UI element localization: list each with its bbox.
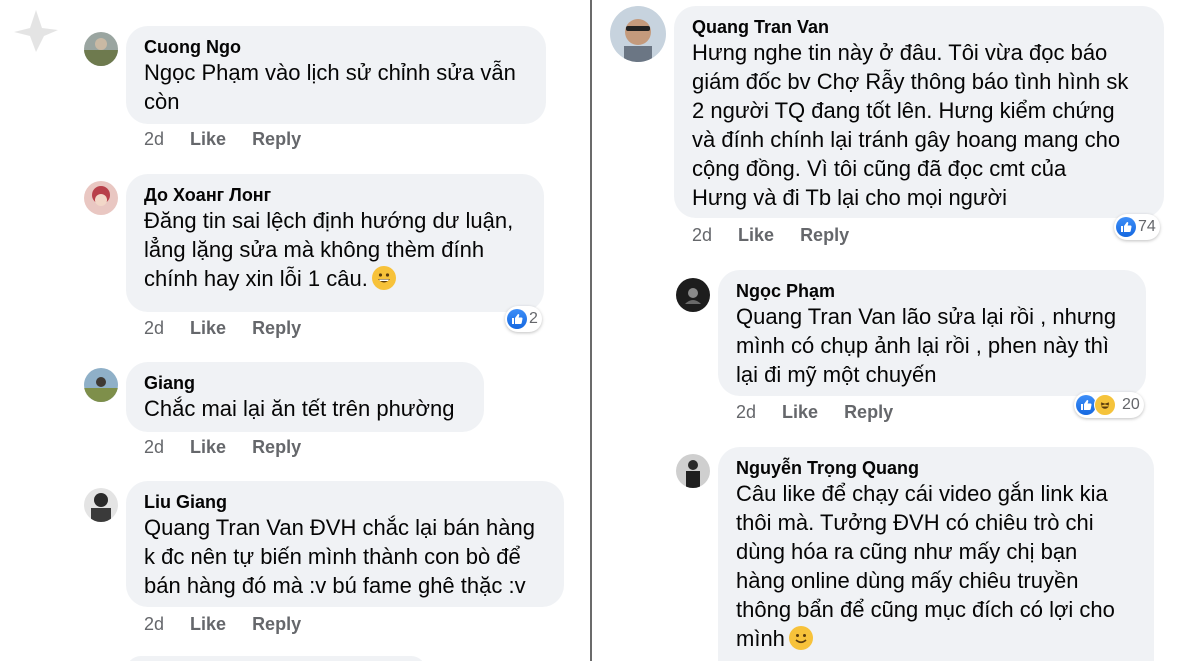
reaction-count[interactable]: 20 — [1074, 392, 1144, 418]
like-link[interactable]: Like — [190, 129, 226, 150]
reaction-number: 20 — [1122, 396, 1140, 413]
comment-author[interactable]: Liu Giang — [144, 491, 546, 513]
like-link[interactable]: Like — [190, 318, 226, 339]
comment-text-wrap: Câu like để chạy cái video gắn link kia … — [736, 479, 1136, 653]
left-comment-panel: Cuong Ngo Ngọc Phạm vào lịch sử chỉnh sử… — [0, 0, 590, 661]
comment-actions: 2d Like Reply — [144, 129, 301, 150]
comment-text: Đăng tin sai lệch định hướng dư luận, lẳ… — [144, 208, 514, 291]
comment-actions: 2d Like Reply — [144, 318, 301, 339]
comment-time[interactable]: 2d — [144, 318, 164, 339]
comment-author[interactable]: Cuong Ngo — [144, 36, 528, 58]
reaction-count[interactable]: 74 — [1114, 214, 1160, 240]
comment-bubble: Nguyễn Trọng Quang Câu like để chạy cái … — [718, 447, 1154, 661]
comment-text: Ngọc Phạm vào lịch sử chỉnh sửa vẫn còn — [144, 60, 516, 114]
reply-link[interactable]: Reply — [800, 225, 849, 246]
comment-author[interactable]: Quang Tran Van — [692, 16, 1146, 38]
comment-time[interactable]: 2d — [736, 402, 756, 423]
comment-text: Chắc mai lại ăn tết trên phường — [144, 396, 455, 421]
like-link[interactable]: Like — [782, 402, 818, 423]
reaction-number: 2 — [529, 310, 538, 327]
reaction-number: 74 — [1138, 218, 1156, 235]
like-reaction-icon — [507, 309, 527, 329]
reply-link[interactable]: Reply — [252, 129, 301, 150]
comment-bubble: Cuong Ngo Ngọc Phạm vào lịch sử chỉnh sử… — [126, 26, 546, 124]
reply-link[interactable]: Reply — [252, 614, 301, 635]
comment-bubble: Quang Tran Van Hưng nghe tin này ở đâu. … — [674, 6, 1164, 218]
reply-link[interactable]: Reply — [252, 318, 301, 339]
avatar[interactable] — [84, 488, 118, 522]
reply-link[interactable]: Reply — [844, 402, 893, 423]
comment-bubble: Liu Giang Quang Tran Van ĐVH chắc lại bá… — [126, 481, 564, 607]
comment-bubble: Giang Chắc mai lại ăn tết trên phường — [126, 362, 484, 432]
comment-actions: 2d Like Reply — [692, 225, 849, 246]
comment-text: Hưng nghe tin này ở đâu. Tôi vừa đọc báo… — [692, 40, 1129, 210]
comment-time[interactable]: 2d — [692, 225, 712, 246]
avatar[interactable] — [84, 32, 118, 66]
like-link[interactable]: Like — [190, 437, 226, 458]
like-link[interactable]: Like — [738, 225, 774, 246]
avatar[interactable] — [610, 6, 666, 62]
avatar[interactable] — [676, 278, 710, 312]
comment-author[interactable]: До Хоанг Лонг — [144, 184, 526, 206]
comment-actions: 2d Like Reply — [144, 614, 301, 635]
like-reaction-icon — [1116, 217, 1136, 237]
grin-emoji-icon — [371, 266, 396, 290]
smile-emoji-icon — [788, 626, 813, 650]
right-comment-panel: Quang Tran Van Hưng nghe tin này ở đâu. … — [592, 0, 1183, 661]
avatar[interactable] — [84, 181, 118, 215]
comment-author[interactable]: Giang — [144, 372, 466, 394]
like-link[interactable]: Like — [190, 614, 226, 635]
comment-actions: 2d Like Reply — [736, 402, 893, 423]
reply-link[interactable]: Reply — [252, 437, 301, 458]
comment-time[interactable]: 2d — [144, 614, 164, 635]
reaction-count[interactable]: 2 — [505, 306, 542, 332]
haha-reaction-icon — [1094, 394, 1116, 416]
watermark-logo — [6, 6, 66, 61]
avatar[interactable] — [676, 454, 710, 488]
comment-bubble: Ngọc Phạm Quang Tran Van lão sửa lại rồi… — [718, 270, 1146, 396]
comment-time[interactable]: 2d — [144, 437, 164, 458]
comment-text-wrap: Đăng tin sai lệch định hướng dư luận, lẳ… — [144, 206, 526, 293]
comment-actions: 2d Like Reply — [144, 437, 301, 458]
comment-text: Quang Tran Van lão sửa lại rồi , nhưng m… — [736, 304, 1117, 387]
comment-author[interactable]: Ngọc Phạm — [736, 280, 1128, 302]
comment-bubble: До Хоанг Лонг Đăng tin sai lệch định hướ… — [126, 174, 544, 312]
comment-author[interactable]: Nguyễn Trọng Quang — [736, 457, 1136, 479]
comment-bubble-partial — [126, 656, 426, 661]
like-reaction-icon — [1076, 395, 1096, 415]
comment-text: Quang Tran Van ĐVH chắc lại bán hàng k đ… — [144, 515, 535, 598]
comment-time[interactable]: 2d — [144, 129, 164, 150]
avatar[interactable] — [84, 368, 118, 402]
